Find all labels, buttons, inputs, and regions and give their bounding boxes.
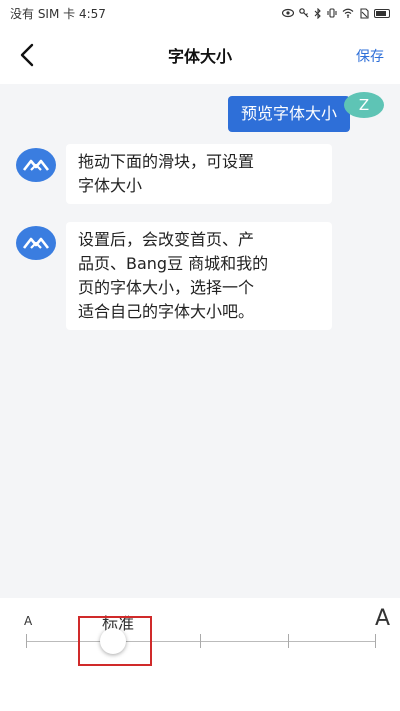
message-line: 字体大小 bbox=[78, 176, 143, 195]
bot-message-bubble: 拖动下面的滑块，可设置 字体大小 bbox=[66, 144, 332, 204]
no-sim-icon bbox=[360, 7, 369, 19]
message-line: 品页、Bang豆 商城和我的 bbox=[78, 254, 269, 273]
slider-tick[interactable] bbox=[375, 634, 376, 648]
wifi-icon bbox=[342, 8, 354, 18]
battery-icon bbox=[374, 8, 390, 18]
bot-message-row: 拖动下面的滑块，可设置 字体大小 bbox=[16, 144, 332, 204]
message-line: 页的字体大小，选择一个 bbox=[78, 278, 255, 297]
highlight-box bbox=[78, 616, 152, 666]
slider-tick[interactable] bbox=[200, 634, 201, 648]
small-font-label: A bbox=[24, 614, 33, 628]
slider-tick[interactable] bbox=[26, 634, 27, 648]
key-icon bbox=[299, 8, 309, 18]
preview-chat-area: 预览字体大小 Z 拖动下面的滑块，可设置 字体大小 设置后，会改变首页、产 品页… bbox=[0, 84, 400, 598]
message-line: 适合自己的字体大小吧。 bbox=[78, 302, 255, 321]
large-font-label: A bbox=[374, 606, 390, 631]
user-message-row: 预览字体大小 Z bbox=[227, 92, 384, 132]
nav-bar: 字体大小 保存 bbox=[0, 26, 400, 84]
status-carrier-time: 没有 SIM 卡 4:57 bbox=[10, 6, 106, 21]
bot-message-bubble: 设置后，会改变首页、产 品页、Bang豆 商城和我的 页的字体大小，选择一个 适… bbox=[66, 222, 332, 330]
save-button[interactable]: 保存 bbox=[356, 46, 384, 66]
chevron-left-icon bbox=[20, 43, 34, 67]
bot-avatar bbox=[16, 226, 56, 260]
message-line: 拖动下面的滑块，可设置 bbox=[78, 152, 255, 171]
bot-logo-icon bbox=[22, 237, 50, 249]
back-button[interactable] bbox=[14, 40, 42, 70]
vibrate-icon bbox=[327, 8, 337, 18]
bot-avatar bbox=[16, 148, 56, 182]
eye-icon bbox=[282, 8, 294, 18]
user-avatar: Z bbox=[344, 92, 384, 118]
status-icons bbox=[282, 7, 390, 19]
message-line: 设置后，会改变首页、产 bbox=[78, 230, 255, 249]
status-bar: 没有 SIM 卡 4:57 bbox=[0, 0, 400, 26]
bluetooth-icon bbox=[314, 7, 321, 19]
font-size-slider-panel: A A 标准 bbox=[0, 598, 400, 711]
page-title: 字体大小 bbox=[167, 47, 232, 66]
user-message-bubble: 预览字体大小 bbox=[227, 96, 350, 132]
bot-message-row: 设置后，会改变首页、产 品页、Bang豆 商城和我的 页的字体大小，选择一个 适… bbox=[16, 222, 332, 330]
bot-logo-icon bbox=[22, 159, 50, 171]
slider-tick[interactable] bbox=[288, 634, 289, 648]
